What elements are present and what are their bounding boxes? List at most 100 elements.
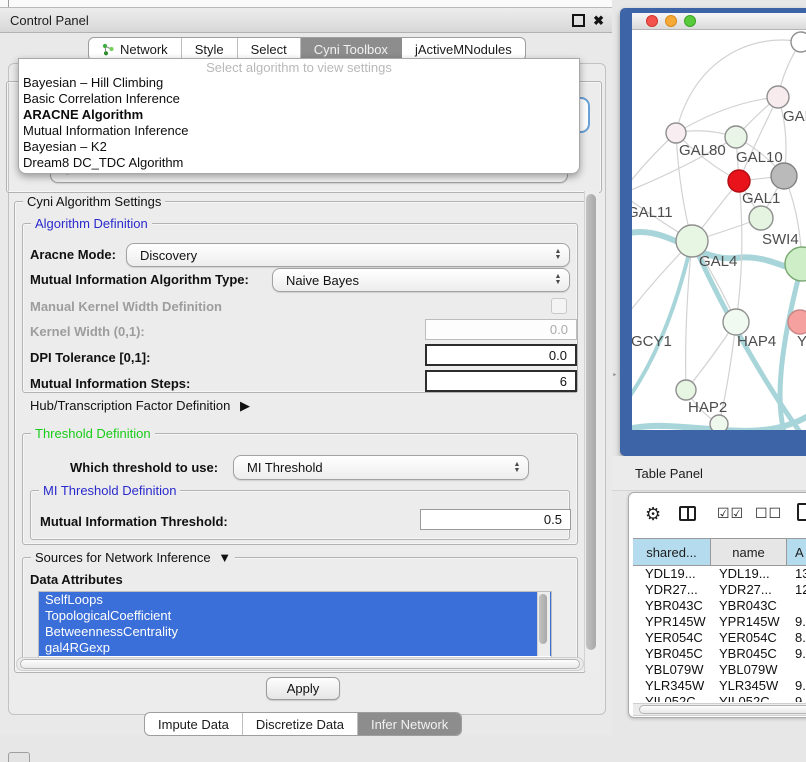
node-red	[728, 170, 750, 192]
cyni-bottom-tabbar: Impute Data Discretize Data Infer Networ…	[144, 712, 462, 736]
node-label: Y	[797, 333, 806, 350]
node-label: HAP2	[688, 399, 727, 416]
table-cell[interactable]: YLR345W	[719, 678, 778, 693]
tab-jactivemnodules[interactable]: jActiveMNodules	[402, 38, 525, 60]
which-threshold-combo[interactable]: MI Threshold ▲▼	[233, 455, 529, 480]
table-panel-title: Table Panel	[612, 466, 703, 481]
settings-vscrollbar-thumb[interactable]	[586, 194, 596, 650]
deselect-columns-icon[interactable]: ☐☐	[755, 505, 782, 522]
table-cell[interactable]: YBR045C	[645, 646, 703, 661]
table-cell[interactable]: 12	[795, 582, 806, 597]
apply-button[interactable]: Apply	[266, 677, 340, 700]
mi-algorithm-type-combo[interactable]: Naive Bayes ▲▼	[272, 268, 570, 292]
table-cell[interactable]: 9	[795, 694, 802, 702]
attribute-item[interactable]: TopologicalCoefficient	[39, 608, 551, 624]
tab-impute-data[interactable]: Impute Data	[145, 713, 243, 735]
tab-cyni-toolbox[interactable]: Cyni Toolbox	[301, 38, 402, 60]
table-cell[interactable]: YDL19...	[719, 566, 770, 581]
table-cell[interactable]: 9.	[795, 646, 806, 661]
table-cell[interactable]: YPR145W	[645, 614, 706, 629]
node-label: GAL	[783, 108, 806, 125]
close-traffic-light[interactable]	[646, 15, 658, 27]
table-panel-header: Table Panel	[612, 456, 806, 491]
table-cell[interactable]: YBR045C	[719, 646, 777, 661]
attributes-vscrollbar-thumb[interactable]	[539, 594, 547, 644]
algorithm-option-highlighted[interactable]: ARACNE Algorithm	[19, 107, 579, 123]
table-cell[interactable]: 13	[795, 566, 806, 581]
table-cell[interactable]: YBR043C	[719, 598, 777, 613]
node-gal10	[725, 126, 747, 148]
dpi-tolerance-field[interactable]: 0.0	[425, 344, 577, 366]
table-cell[interactable]: YDR27...	[719, 582, 772, 597]
data-attributes-label: Data Attributes	[30, 572, 123, 587]
settings-hscrollbar-thumb[interactable]	[20, 659, 580, 669]
table-cell[interactable]: YDL19...	[645, 566, 696, 581]
node-salmon	[788, 310, 806, 334]
attribute-item[interactable]: SelfLoops	[39, 592, 551, 608]
algorithm-option[interactable]: Dream8 DC_TDC Algorithm	[19, 155, 579, 171]
zoom-traffic-light[interactable]	[684, 15, 696, 27]
close-icon[interactable]: ✖	[593, 14, 604, 27]
collapse-down-icon[interactable]: ▼	[218, 550, 231, 565]
table-cell[interactable]: YBR043C	[645, 598, 703, 613]
gear-icon[interactable]: ⚙	[645, 504, 661, 525]
bottom-left-button[interactable]	[8, 752, 30, 762]
algorithm-option[interactable]: Basic Correlation Inference	[19, 91, 579, 107]
table-panel-window: ⚙ ☑☑ ☐☐ shared... name A YDL19... YDL19.…	[628, 492, 806, 718]
table-cell[interactable]: 8.	[795, 630, 806, 645]
dpi-tolerance-label: DPI Tolerance [0,1]:	[30, 350, 150, 365]
manual-kernel-checkbox[interactable]	[551, 298, 567, 314]
document-icon[interactable]	[797, 503, 806, 521]
table-toolbar: ⚙ ☑☑ ☐☐	[629, 493, 806, 537]
table-cell[interactable]: YBL079W	[645, 662, 704, 677]
manual-kernel-label: Manual Kernel Width Definition	[30, 299, 222, 314]
which-threshold-label: Which threshold to use:	[70, 460, 218, 475]
table-cell[interactable]: 9.	[795, 678, 806, 693]
column-header-name[interactable]: name	[711, 539, 787, 565]
select-all-columns-icon[interactable]: ☑☑	[717, 505, 744, 522]
attribute-item[interactable]: gal4RGexp	[39, 640, 551, 656]
table-cell[interactable]: YLR345W	[645, 678, 704, 693]
stepper-icon: ▲▼	[547, 249, 569, 261]
float-window-icon[interactable]	[572, 14, 585, 27]
mi-steps-field[interactable]: 6	[425, 370, 577, 392]
control-panel-title: Control Panel	[0, 13, 89, 28]
column-header-partial[interactable]: A	[787, 539, 806, 565]
panel-splitter-handle[interactable]: ‣	[612, 368, 620, 382]
node-hap2	[676, 380, 696, 400]
split-columns-icon[interactable]	[679, 506, 696, 521]
kernel-width-field: 0.0	[425, 319, 577, 340]
column-header-shared-name[interactable]: shared...	[633, 539, 711, 565]
node-hap4	[723, 309, 749, 335]
algorithm-option[interactable]: Mutual Information Inference	[19, 123, 579, 139]
table-cell[interactable]: YIL052C	[719, 694, 770, 702]
algorithm-dropdown-prompt: Select algorithm to view settings	[19, 59, 579, 75]
table-cell[interactable]: YPR145W	[719, 614, 780, 629]
screen: Control Panel ✖ Network Style Selec	[0, 0, 806, 762]
tab-infer-network[interactable]: Infer Network	[358, 713, 461, 735]
minimize-traffic-light[interactable]	[665, 15, 677, 27]
tab-style[interactable]: Style	[182, 38, 238, 60]
attribute-item[interactable]: BetweennessCentrality	[39, 624, 551, 640]
hub-definition-toggle[interactable]: Hub/Transcription Factor Definition ▶	[30, 398, 250, 414]
table-cell[interactable]: YER054C	[645, 630, 703, 645]
control-panel-titlebar: Control Panel ✖	[0, 8, 612, 33]
network-canvas[interactable]: GAL GAL80 GAL10 GAL1 GAL11 SWI4 GAL4 GCY…	[632, 30, 806, 430]
algorithm-option[interactable]: Bayesian – K2	[19, 139, 579, 155]
table-cell[interactable]: YIL052C	[645, 694, 696, 702]
tab-select[interactable]: Select	[238, 38, 301, 60]
mi-threshold-field[interactable]: 0.5	[420, 509, 571, 530]
table-cell[interactable]: YBL079W	[719, 662, 778, 677]
table-cell[interactable]: YDR27...	[645, 582, 698, 597]
algorithm-option[interactable]: Bayesian – Hill Climbing	[19, 75, 579, 91]
table-cell[interactable]: YER054C	[719, 630, 777, 645]
tab-network[interactable]: Network	[89, 38, 182, 60]
aracne-mode-label: Aracne Mode:	[30, 247, 116, 262]
node-swi4	[749, 206, 773, 230]
mi-threshold-group-title: MI Threshold Definition	[39, 483, 180, 498]
table-hscrollbar-thumb[interactable]	[639, 705, 806, 714]
tab-discretize-data[interactable]: Discretize Data	[243, 713, 358, 735]
network-window-titlebar	[632, 13, 806, 30]
table-cell[interactable]: 9.	[795, 614, 806, 629]
aracne-mode-combo[interactable]: Discovery ▲▼	[126, 243, 570, 267]
